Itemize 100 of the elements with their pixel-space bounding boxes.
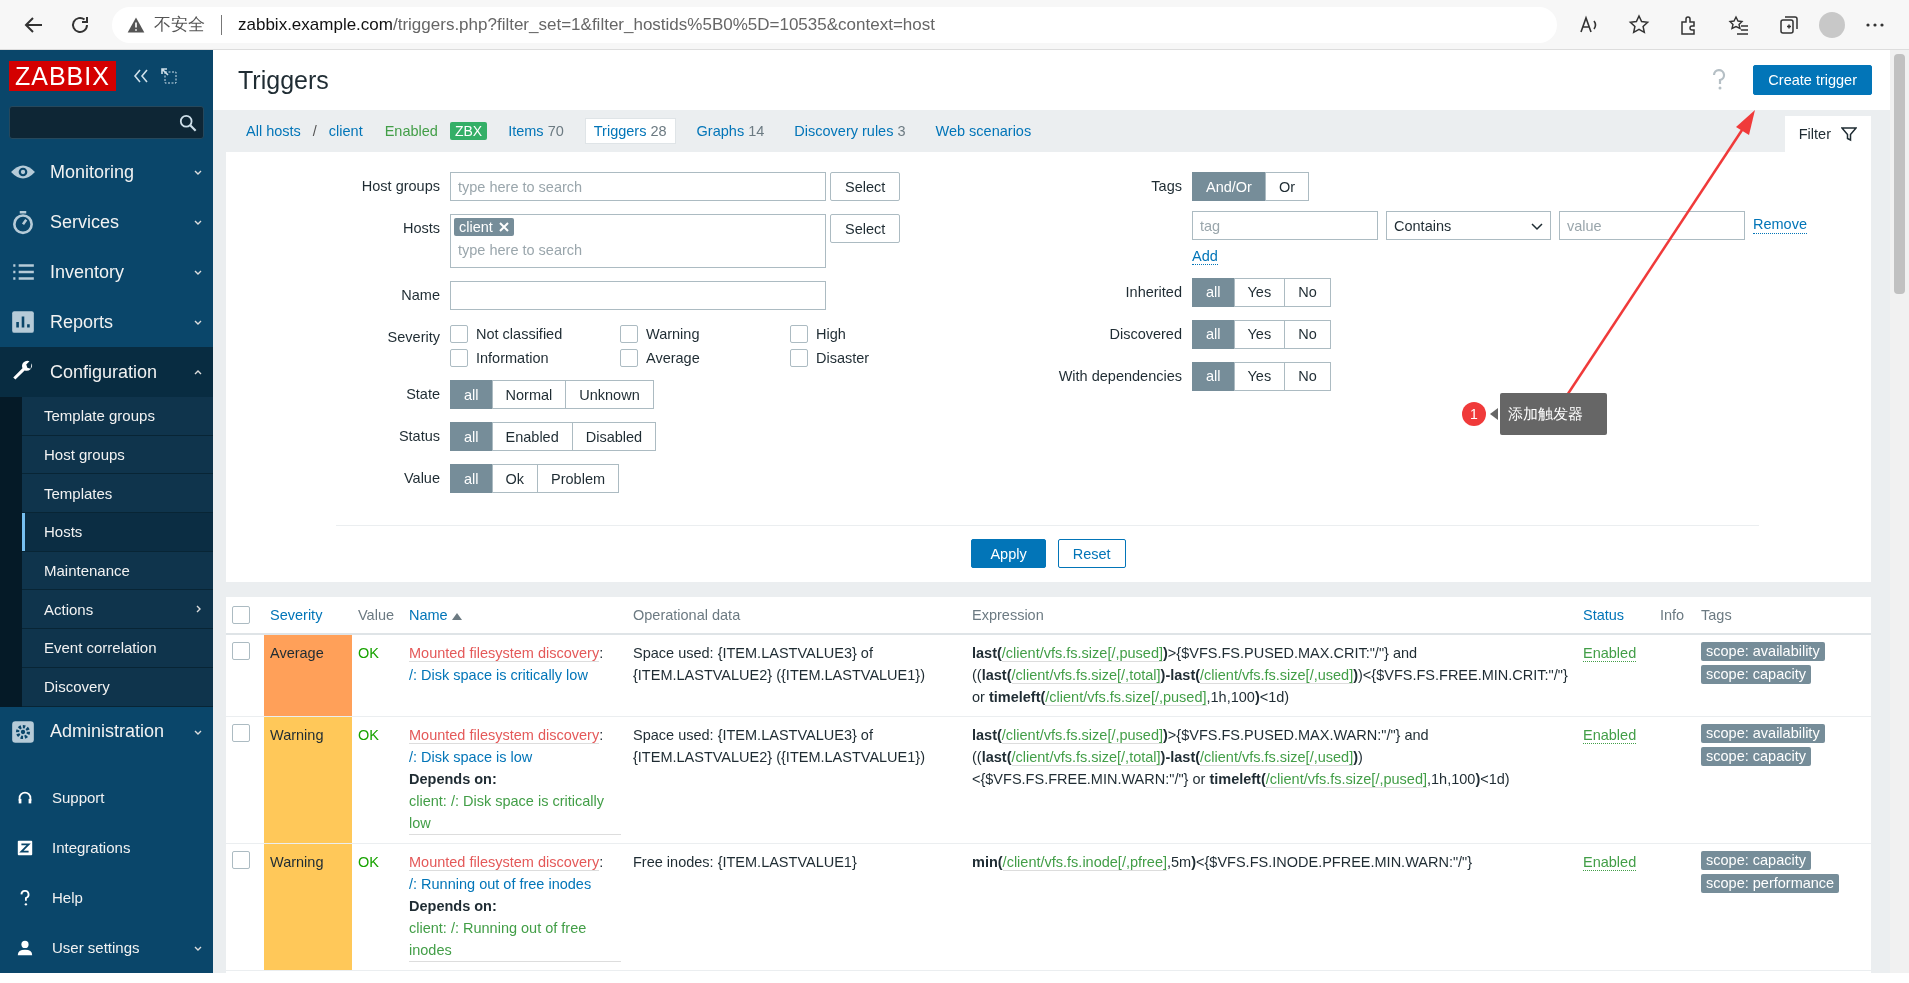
host-groups-field[interactable]: type here to search (450, 172, 826, 201)
trigger-name-link[interactable]: /: Running out of free inodes (409, 873, 592, 895)
create-trigger-button[interactable]: Create trigger (1753, 65, 1872, 95)
segment-button[interactable]: all (450, 464, 493, 493)
submenu-item[interactable]: Discovery (22, 667, 213, 707)
trigger-name-link[interactable]: /: Disk space is critically low (409, 664, 588, 686)
tab[interactable]: Web scenarios (926, 118, 1041, 144)
segment-button[interactable]: And/Or (1192, 172, 1266, 201)
segment-button[interactable]: Disabled (571, 422, 657, 451)
segment-button[interactable]: Ok (491, 464, 539, 493)
segment-button[interactable]: No (1284, 361, 1331, 391)
collapse-icon[interactable] (131, 67, 150, 85)
close-icon[interactable] (498, 222, 509, 232)
segment-button[interactable]: Yes (1233, 361, 1286, 391)
tag-field[interactable]: tag (1192, 211, 1378, 240)
segment-button[interactable]: Problem (537, 464, 620, 493)
segment-button[interactable]: all (1192, 319, 1235, 349)
segment-button[interactable]: Unknown (565, 380, 654, 409)
menu-item[interactable]: User settings (0, 922, 213, 973)
checkbox[interactable] (450, 325, 468, 343)
segment-button[interactable]: No (1284, 319, 1331, 349)
column-header[interactable]: Status (1583, 607, 1625, 623)
breadcrumb-link[interactable]: All hosts (246, 123, 301, 139)
dependency-link[interactable]: client: /: Running out of free inodes (409, 917, 621, 962)
menu-item[interactable]: Monitoring (0, 147, 213, 197)
reset-button[interactable]: Reset (1057, 539, 1126, 568)
filter-tab[interactable]: Filter (1784, 116, 1871, 152)
tab[interactable]: Triggers 28 (584, 118, 676, 144)
item-link[interactable]: /client/vfs.fs.inode[/,pfree] (1002, 854, 1168, 871)
value-field[interactable]: value (1559, 211, 1745, 240)
item-link[interactable]: /client/vfs.fs.size[/,total] (1011, 749, 1161, 766)
tab[interactable]: Graphs 14 (687, 118, 774, 144)
address-bar[interactable]: 不安全 zabbix.example.com/triggers.php?filter_set=1&filter_hostids%5B0%5D=10535&context=host (112, 6, 1557, 43)
segment-button[interactable]: all (450, 422, 493, 451)
tab[interactable]: Discovery rules 3 (785, 118, 915, 144)
field-label: Value (403, 469, 440, 486)
checkbox[interactable] (232, 851, 250, 869)
menu-item[interactable]: Help (0, 872, 213, 923)
menu-item[interactable]: Administration (0, 706, 213, 757)
item-link[interactable]: /client/vfs.fs.size[/,pused] (1265, 771, 1427, 788)
submenu-item[interactable]: Template groups (22, 397, 213, 436)
breadcrumb-link[interactable]: client (328, 123, 363, 139)
apply-button[interactable]: Apply (971, 539, 1046, 568)
checkbox[interactable] (790, 325, 808, 343)
checkbox[interactable] (232, 724, 250, 742)
segment-button[interactable]: all (450, 380, 493, 409)
segment-button[interactable]: No (1284, 277, 1331, 307)
submenu-item[interactable]: Host groups (22, 435, 213, 475)
segment-button[interactable]: Enabled (491, 422, 573, 451)
select-button[interactable]: Select (830, 172, 901, 201)
hosts-field[interactable]: client type here to search (450, 214, 826, 268)
checkbox[interactable] (620, 325, 638, 343)
segment-button[interactable]: Or (1264, 172, 1310, 201)
checkbox[interactable] (620, 349, 638, 367)
status-link[interactable]: Enabled (1583, 854, 1637, 871)
menu-item[interactable]: Integrations (0, 822, 213, 873)
status-link[interactable]: Enabled (1583, 645, 1637, 662)
help-icon[interactable] (1711, 69, 1728, 91)
search-field[interactable] (9, 106, 204, 139)
operator-dropdown[interactable]: Contains (1386, 211, 1551, 240)
avatar[interactable] (1819, 11, 1845, 38)
segment-button[interactable]: all (1192, 361, 1235, 391)
submenu-item[interactable]: Actions (22, 590, 213, 630)
segment-button[interactable]: all (1192, 277, 1235, 307)
scrollbar[interactable] (1890, 50, 1909, 973)
menu-item[interactable]: Reports (0, 297, 213, 347)
name-field[interactable] (450, 281, 826, 310)
checkbox[interactable] (790, 349, 808, 367)
menu-item[interactable]: Inventory (0, 247, 213, 297)
status-link[interactable]: Enabled (1583, 727, 1637, 744)
submenu-item[interactable]: Hosts (22, 513, 213, 552)
item-link[interactable]: /client/vfs.fs.size[/,total] (1011, 667, 1161, 684)
item-link[interactable]: /client/vfs.fs.size[/,used] (1200, 749, 1354, 766)
logo[interactable]: ZABBIX (9, 61, 116, 91)
item-link[interactable]: /client/vfs.fs.size[/,pused] (1045, 689, 1207, 706)
host-chip[interactable]: client (454, 218, 514, 236)
menu-item[interactable]: Support (0, 772, 213, 823)
column-header[interactable]: Severity (270, 607, 323, 623)
submenu-item[interactable]: Templates (22, 474, 213, 514)
remove-link[interactable]: Remove (1753, 217, 1807, 234)
menu-item[interactable]: Configuration (0, 347, 213, 397)
submenu-item[interactable]: Event correlation (22, 629, 213, 668)
item-link[interactable]: /client/vfs.fs.size[/,used] (1200, 667, 1354, 684)
item-link[interactable]: /client/vfs.fs.size[/,pused] (1001, 645, 1163, 662)
segment-button[interactable]: Yes (1233, 277, 1286, 307)
tab[interactable]: Items 70 (499, 118, 573, 144)
checkbox[interactable] (232, 606, 250, 624)
add-link[interactable]: Add (1192, 248, 1218, 265)
item-link[interactable]: /client/vfs.fs.size[/,pused] (1001, 727, 1163, 744)
column-header[interactable]: Name (409, 607, 462, 623)
segment-button[interactable]: Yes (1233, 319, 1286, 349)
trigger-name-link[interactable]: /: Disk space is low (409, 746, 533, 768)
checkbox[interactable] (450, 349, 468, 367)
menu-item[interactable]: Services (0, 197, 213, 247)
submenu-item[interactable]: Maintenance (22, 551, 213, 591)
dependency-link[interactable]: client: /: Disk space is critically low (409, 790, 621, 835)
select-button[interactable]: Select (830, 214, 901, 243)
kiosk-mode-icon[interactable] (159, 67, 178, 85)
segment-button[interactable]: Normal (491, 380, 567, 409)
checkbox[interactable] (232, 642, 250, 660)
